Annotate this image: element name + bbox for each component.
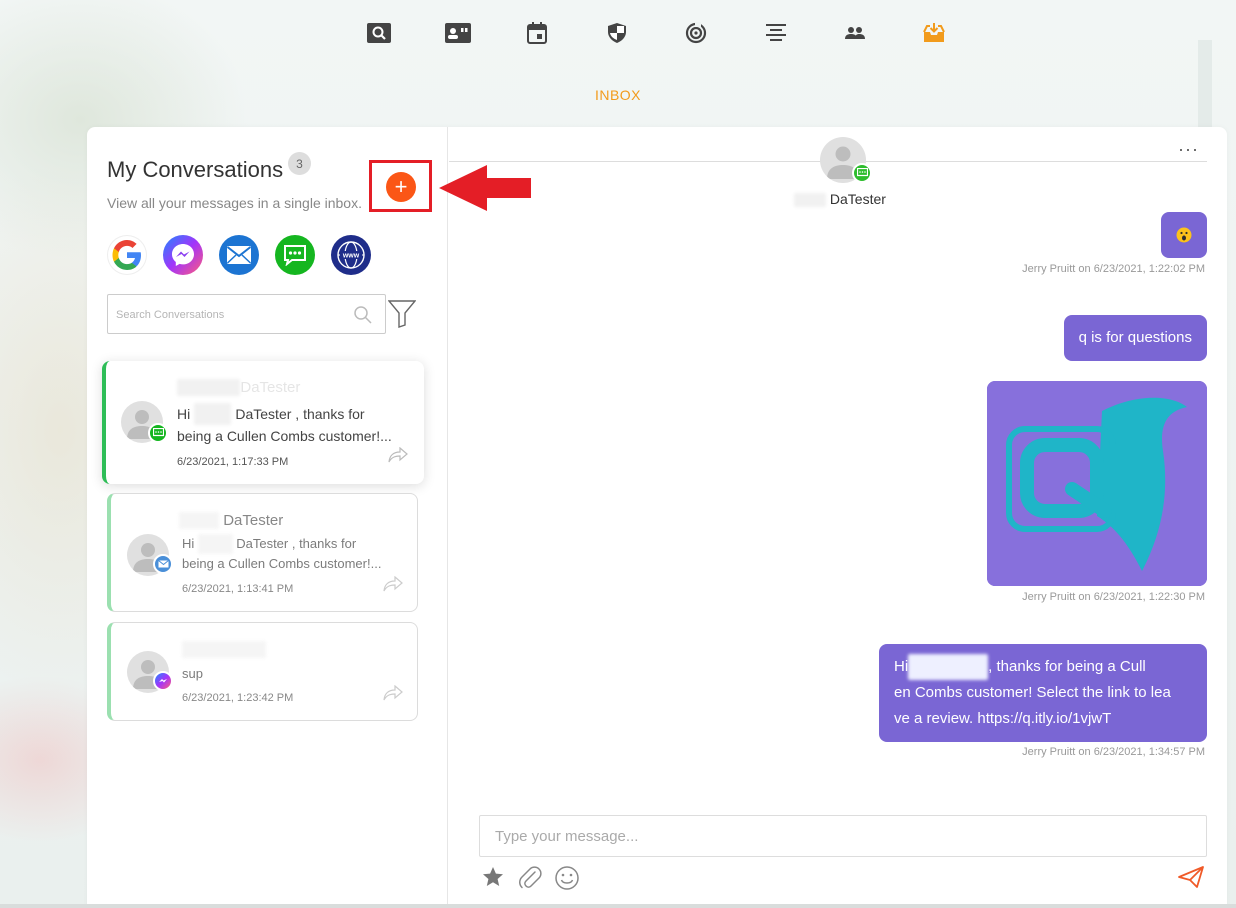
message-image[interactable]: [987, 381, 1207, 586]
target-icon[interactable]: [683, 20, 709, 46]
contact-card-icon[interactable]: [445, 20, 471, 46]
conversations-panel: My Conversations 3 View all your message…: [87, 127, 531, 908]
conversations-subtitle: View all your messages in a single inbox…: [107, 195, 362, 211]
star-icon[interactable]: [481, 865, 505, 894]
svg-text:www: www: [342, 253, 360, 260]
message-meta: Jerry Pruitt on 6/23/2021, 1:34:57 PM: [1022, 746, 1205, 758]
web-icon[interactable]: www: [331, 235, 371, 275]
conversation-preview: sup: [182, 666, 203, 681]
search-icon[interactable]: [353, 305, 373, 330]
messenger-badge-icon: [153, 671, 173, 691]
messenger-icon[interactable]: [163, 235, 203, 275]
conversation-preview: Hi Cesar DaTester , thanks for being a C…: [177, 403, 417, 447]
inbox-card: My Conversations 3 View all your message…: [87, 127, 1227, 908]
bottom-bar: [0, 904, 1236, 908]
shield-icon[interactable]: [604, 20, 630, 46]
conversation-item[interactable]: Cesar DaDaTester Hi Cesar DaTester , tha…: [102, 361, 424, 484]
send-icon[interactable]: [1177, 865, 1205, 894]
conversation-name: Cesar DaDaTester: [177, 379, 300, 396]
attachment-icon[interactable]: [517, 865, 543, 896]
conversation-preview: Hi Cesar DaTester , thanks for being a C…: [182, 534, 382, 571]
more-options-button[interactable]: ···: [1178, 139, 1199, 160]
surprised-emoji-icon: [1176, 227, 1192, 243]
conversation-time: 6/23/2021, 1:13:41 PM: [182, 583, 294, 595]
conversation-name: Cesar DaTester: [179, 512, 283, 529]
message-bubble: [1161, 212, 1207, 258]
add-conversation-button[interactable]: +: [386, 172, 416, 202]
align-center-icon[interactable]: [763, 20, 789, 46]
message-bubble: q is for questions: [1063, 315, 1207, 361]
chat-panel: Cesar DaTester ··· Jerry Pruitt on 6/23/…: [449, 127, 1227, 908]
message-meta: Jerry Pruitt on 6/23/2021, 1:22:02 PM: [1022, 263, 1205, 275]
emoji-icon[interactable]: [554, 865, 580, 896]
conversation-count-badge: 3: [288, 152, 311, 175]
forward-icon[interactable]: [388, 446, 408, 468]
q-logo-icon: [987, 381, 1207, 586]
contact-name: Cesar DaTester: [794, 191, 886, 207]
filter-icon[interactable]: [387, 299, 417, 334]
conversation-item[interactable]: Cesar DaTester Hi Cesar DaTester , thank…: [107, 493, 418, 612]
conversation-time: 6/23/2021, 1:17:33 PM: [177, 456, 289, 468]
conversations-title: My Conversations: [107, 157, 284, 182]
message-composer: [479, 815, 1207, 857]
calendar-icon[interactable]: [524, 20, 550, 46]
inbox-icon[interactable]: [921, 20, 947, 46]
search-icon[interactable]: [366, 20, 392, 46]
email-icon[interactable]: [219, 235, 259, 275]
message-bubble: HiCesar D, thanks for being a Cull en Co…: [879, 644, 1207, 742]
forward-icon[interactable]: [383, 575, 403, 597]
search-box: [107, 294, 386, 334]
conversation-item[interactable]: Cesar Romo sup 6/23/2021, 1:23:42 PM: [107, 622, 418, 721]
top-nav: [350, 18, 970, 48]
message-input[interactable]: [480, 816, 1206, 856]
channel-filters: www: [107, 235, 371, 275]
google-icon[interactable]: [107, 235, 147, 275]
search-input[interactable]: [116, 305, 346, 325]
email-badge-icon: [153, 554, 173, 574]
message-meta: Jerry Pruitt on 6/23/2021, 1:22:30 PM: [1022, 591, 1205, 603]
page-title: INBOX: [594, 87, 642, 103]
people-icon[interactable]: [842, 20, 868, 46]
conversation-name: Cesar Romo: [182, 641, 267, 658]
conversation-time: 6/23/2021, 1:23:42 PM: [182, 692, 294, 704]
sms-badge-icon: [148, 423, 168, 443]
sms-badge-icon: [852, 163, 872, 183]
forward-icon[interactable]: [383, 684, 403, 706]
sms-icon[interactable]: [275, 235, 315, 275]
